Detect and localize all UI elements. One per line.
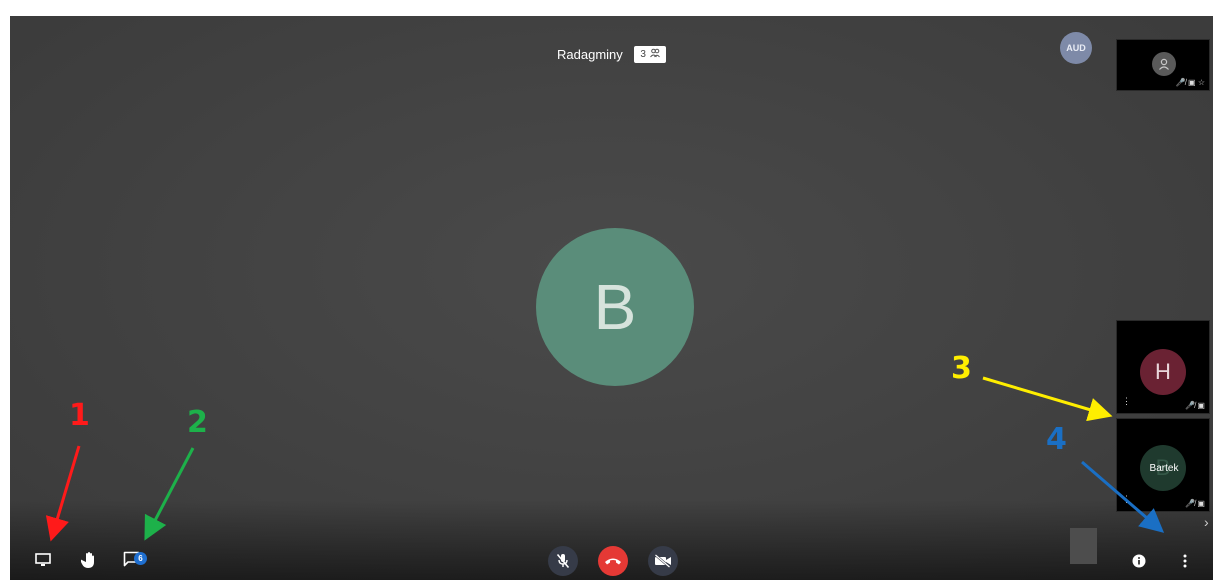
tile-avatar-h: H [1140, 349, 1186, 395]
hangup-button[interactable] [598, 546, 628, 576]
hand-icon [81, 552, 94, 568]
annotation-label-4: 4 [1046, 422, 1067, 457]
room-title: Radagminy [557, 47, 623, 63]
filmstrip-tile-bartek[interactable]: B Bartek ⋮ 🎤̸ ▣ [1116, 418, 1210, 512]
info-icon [1132, 554, 1146, 568]
annotation-label-2: 2 [187, 405, 208, 440]
video-off-button[interactable] [648, 546, 678, 576]
user-placeholder-icon [1152, 52, 1176, 76]
annotation-label-3: 3 [951, 351, 972, 386]
participant-count: 3 [640, 49, 646, 61]
room-header: Radagminy 3 [10, 46, 1213, 64]
desktop-icon [35, 553, 51, 566]
more-options-button[interactable] [1178, 553, 1192, 569]
toolbar-overflow-area [1070, 528, 1097, 564]
more-vertical-icon [1183, 554, 1187, 568]
phone-hangup-icon [605, 558, 621, 565]
tile-menu-icon[interactable]: ⋮ [1122, 396, 1131, 407]
tile-status-icons: 🎤̸ ▣ [1185, 499, 1205, 508]
tile-status-icons: 🎤̸ ▣ [1185, 401, 1205, 410]
mute-microphone-button[interactable] [548, 546, 578, 576]
audio-only-badge: AUD [1060, 32, 1092, 64]
filmstrip-scroll-chevron-icon[interactable]: › [1204, 514, 1209, 530]
info-button[interactable] [1131, 553, 1147, 569]
filmstrip-tile-local[interactable]: 🎤̸ ▣ ☆ [1116, 39, 1210, 91]
raise-hand-button[interactable] [79, 549, 99, 571]
tile-menu-icon[interactable]: ⋮ [1122, 494, 1131, 505]
audio-only-label: AUD [1066, 43, 1086, 53]
tile-display-name: Bartek [1149, 463, 1179, 474]
desktop-share-button[interactable] [33, 550, 53, 570]
conference-stage: Radagminy 3 B [10, 16, 1213, 580]
camera-off-icon [654, 554, 671, 568]
main-participant-avatar: B [536, 228, 694, 386]
main-participant-initial: B [593, 271, 637, 343]
microphone-off-icon [556, 553, 570, 569]
tile-status-icons: 🎤̸ ▣ ☆ [1175, 78, 1205, 87]
tile-initial-h: H [1155, 359, 1171, 384]
annotation-label-1: 1 [69, 398, 90, 433]
chat-unread-count: 6 [138, 554, 143, 563]
filmstrip-tile-h[interactable]: H ⋮ 🎤̸ ▣ [1116, 320, 1210, 414]
chat-unread-badge: 6 [134, 552, 147, 565]
participants-icon [650, 48, 660, 61]
participant-count-badge[interactable]: 3 [634, 46, 666, 64]
